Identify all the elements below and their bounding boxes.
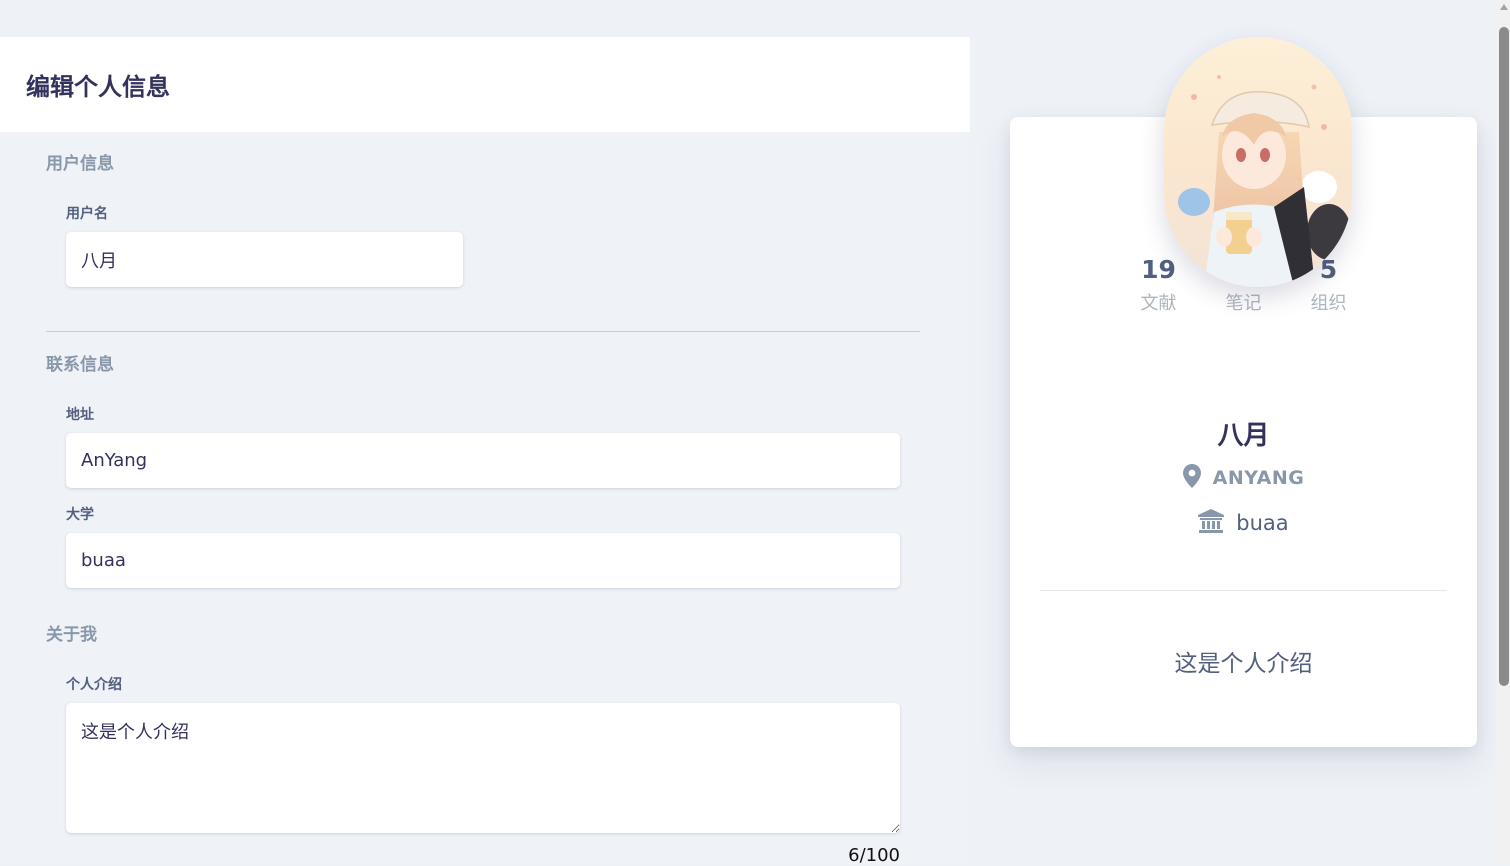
avatar[interactable]: [1164, 37, 1352, 287]
username-input[interactable]: [66, 232, 463, 287]
stat-notes-label: 笔记: [1225, 293, 1262, 314]
profile-school: buaa: [1010, 509, 1477, 537]
university-label: 大学: [66, 507, 94, 523]
section-heading-contact-info: 联系信息: [46, 355, 114, 375]
map-pin-icon: [1182, 464, 1201, 492]
card-divider: [1040, 590, 1447, 591]
section-heading-user-info: 用户信息: [46, 154, 114, 174]
stat-groups-label: 组织: [1310, 293, 1347, 314]
address-label: 地址: [66, 407, 94, 423]
stat-papers-value: 19: [1141, 255, 1176, 284]
stat-papers-label: 文献: [1140, 293, 1177, 314]
profile-bio: 这是个人介绍: [1174, 651, 1313, 677]
anime-girl-avatar-icon: [1178, 75, 1351, 287]
profile-location: ANYANG: [1010, 464, 1477, 492]
bio-textarea[interactable]: 这是个人介绍: [66, 703, 900, 833]
profile-location-text: ANYANG: [1212, 467, 1305, 489]
stat-papers: 19 文献: [1125, 255, 1192, 315]
bio-char-count: 6/100: [848, 845, 900, 866]
username-label: 用户名: [66, 206, 108, 222]
scrollbar-thumb[interactable]: [1499, 27, 1509, 686]
section-heading-about-me: 关于我: [46, 625, 97, 645]
scroll-up-arrow-icon[interactable]: [1500, 4, 1508, 10]
bio-label: 个人介绍: [66, 677, 122, 693]
section-divider: [46, 331, 920, 332]
edit-header: 编辑个人信息: [0, 37, 970, 132]
edit-profile-panel: 编辑个人信息 用户信息 用户名 联系信息 地址 大学 关于我 个人介绍 这是个人…: [0, 37, 970, 866]
profile-name: 八月: [1217, 421, 1270, 451]
address-input[interactable]: [66, 433, 900, 488]
profile-school-text: buaa: [1236, 511, 1289, 535]
university-input[interactable]: [66, 533, 900, 588]
university-icon: [1198, 509, 1225, 537]
page-title: 编辑个人信息: [26, 73, 170, 101]
